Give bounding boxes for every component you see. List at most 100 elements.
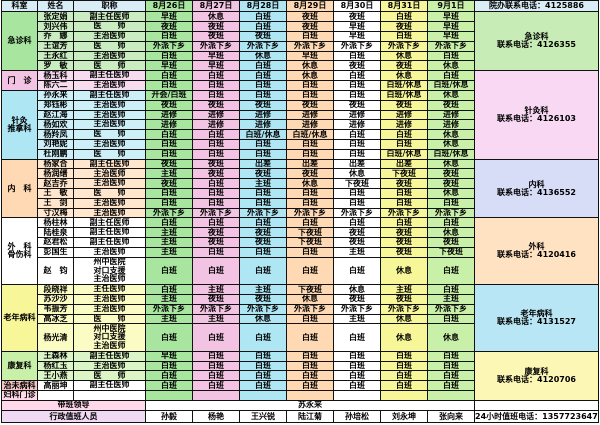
shift-cell: 早班 — [145, 350, 193, 362]
admin-person: 孙培松 — [333, 410, 381, 423]
shift-cell: 早班 — [427, 21, 475, 32]
shift-cell: 早班 — [286, 50, 334, 62]
shift-cell: 白班 — [286, 89, 334, 101]
shift-cell: 夜班 — [380, 99, 428, 111]
admin-person: 杨艳 — [192, 410, 240, 423]
shift-cell: 夜班 — [380, 246, 428, 258]
shift-cell: 主班 — [239, 284, 287, 295]
admin-hotline: 24小时值班电话：13577236476 — [474, 410, 599, 423]
shift-cell: 外派下乡 — [145, 207, 193, 219]
shift-cell: 白班 — [286, 350, 334, 362]
dept-contact-phone: 联系电话：4131527 — [497, 316, 576, 326]
staff-title: 主任医师 — [73, 284, 146, 295]
staff-title: 主治医师 — [73, 138, 146, 150]
shift-cell: 外派下乡 — [286, 207, 334, 219]
dept-contact: 急诊科 联系电话：4126355 — [474, 11, 599, 72]
shift-cell: 白班 — [286, 370, 334, 382]
shift-cell: 夜班 — [286, 99, 334, 111]
shift-cell: 主班 — [239, 178, 287, 189]
shift-cell: 休息 — [427, 323, 475, 352]
shift-cell: 白班 — [239, 370, 287, 382]
shift-cell: 进修 — [380, 119, 428, 131]
shift-cell: 下夜班 — [286, 227, 334, 239]
shift-cell: 白班 — [239, 89, 287, 101]
shift-cell: 夜班 — [427, 237, 475, 248]
staff-title: 州中医院 对口支援 主治医师 — [73, 323, 146, 352]
staff-name: 彭国生 — [37, 246, 74, 258]
shift-cell: 休息 — [333, 168, 381, 180]
shift-cell: 白班 — [192, 217, 240, 229]
shift-cell: 白班 — [333, 350, 381, 362]
shift-cell: 进修 — [333, 119, 381, 131]
shift-cell: 白班 — [145, 138, 193, 150]
shift-cell: 白班 — [192, 380, 240, 391]
staff-title: 医 师 — [73, 148, 146, 160]
shift-cell: 出差 — [333, 158, 381, 170]
shift-cell: 白班 — [333, 217, 381, 229]
shift-cell: 外派下乡 — [145, 40, 193, 52]
staff-name: 高丽坤 — [37, 380, 74, 391]
shift-cell: 白班 — [427, 50, 475, 62]
shift-cell: 夜班 — [380, 237, 428, 248]
dept-cell: 针灸 推拿科 — [1, 89, 38, 160]
shift-cell: 白班 — [286, 148, 334, 160]
staff-name: 韦振芳 — [37, 303, 74, 315]
shift-cell: 夜班 — [192, 227, 240, 239]
shift-cell: 白班 — [145, 360, 193, 372]
shift-cell: 白班 — [427, 350, 475, 362]
shift-cell: 白班 — [145, 323, 193, 352]
shift-cell — [145, 390, 193, 401]
shift-cell: 夜班 — [145, 99, 193, 111]
staff-title: 医 师 — [73, 21, 146, 32]
staff-title: 主治医师 — [73, 293, 146, 305]
shift-cell: 外派下乡 — [192, 40, 240, 52]
header-date-3: 8月29日 — [286, 0, 334, 13]
shift-cell: 白班 — [333, 256, 381, 286]
staff-name: 陈六二 — [37, 80, 74, 91]
shift-cell: 白班 — [333, 188, 381, 199]
shift-cell: 白班 — [286, 246, 334, 258]
staff-title: 副主任医师 — [73, 217, 146, 229]
shift-cell: 白班 — [145, 50, 193, 62]
shift-cell: 白班 — [239, 188, 287, 199]
staff-name: 王 敏 — [37, 188, 74, 199]
shift-cell: 外派下乡 — [145, 303, 193, 315]
shift-cell: 外派下乡 — [333, 303, 381, 315]
shift-cell: 白班 — [239, 256, 287, 286]
shift-cell: 休息 — [380, 50, 428, 62]
shift-cell: 主班 — [145, 227, 193, 239]
staff-name: 王森林 — [37, 350, 74, 362]
dept-contact: 外科 联系电话：4120416 — [474, 217, 599, 286]
staff-name: 苏沙沙 — [37, 293, 74, 305]
shift-cell: 白班 — [192, 178, 240, 189]
shift-cell: 白班 — [192, 197, 240, 209]
header-date-1: 8月27日 — [192, 0, 240, 13]
shift-cell: 白班 — [427, 370, 475, 382]
shift-cell: 休息 — [286, 178, 334, 189]
staff-name: 陆桂泉 — [37, 227, 74, 239]
shift-cell: 早班 — [145, 60, 193, 72]
shift-cell: 夜班 — [333, 237, 381, 248]
staff-title: 主治医师 — [73, 303, 146, 315]
shift-cell: 白班 — [286, 188, 334, 199]
staff-title: 副主任医师 — [73, 227, 146, 239]
staff-title: 医 师 — [73, 188, 146, 199]
dept-cell: 急诊科 — [1, 11, 38, 72]
shift-cell: 白班 — [427, 197, 475, 209]
shift-cell: 白班 — [239, 217, 287, 229]
shift-cell: 主班 — [427, 293, 475, 305]
shift-cell: 主班 — [333, 313, 381, 325]
staff-title: 副主任医师 — [73, 350, 146, 362]
shift-cell: 白班 — [286, 31, 334, 42]
staff-title: 副主任医师 — [73, 380, 146, 391]
shift-cell: 出差 — [380, 158, 428, 170]
dept-contact: 内科 联系电话：4136552 — [474, 158, 599, 219]
shift-cell: 夜班 — [333, 11, 381, 23]
shift-cell: 主班 — [145, 313, 193, 325]
admin-person: 张向来 — [427, 410, 475, 423]
shift-cell: 进修 — [145, 119, 193, 131]
staff-title: 副主任医师 — [73, 158, 146, 170]
shift-cell: 外派下乡 — [380, 303, 428, 315]
staff-title: 主治医师 — [73, 207, 146, 219]
staff-name: 高冰芝 — [37, 313, 74, 325]
